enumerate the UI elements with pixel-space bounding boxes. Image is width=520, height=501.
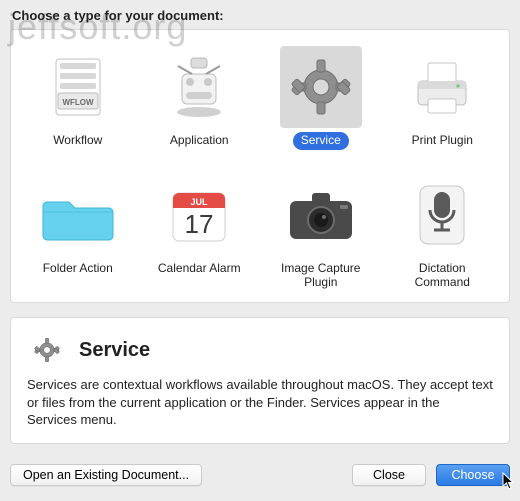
- type-image-capture[interactable]: Image Capture Plugin: [260, 168, 382, 296]
- type-dictation[interactable]: Dictation Command: [382, 168, 504, 296]
- type-image-capture-label: Image Capture Plugin: [266, 260, 376, 292]
- type-service-label: Service: [293, 132, 349, 150]
- type-calendar-alarm[interactable]: JUL 17 Calendar Alarm: [139, 168, 261, 296]
- close-button[interactable]: Close: [352, 464, 426, 486]
- type-print-plugin[interactable]: Print Plugin: [382, 40, 504, 168]
- folder-action-icon: [37, 174, 119, 256]
- type-service[interactable]: Service: [260, 40, 382, 168]
- choose-button[interactable]: Choose: [436, 464, 510, 486]
- image-capture-icon: [280, 174, 362, 256]
- type-dictation-label: Dictation Command: [387, 260, 497, 292]
- detail-title: Service: [79, 339, 150, 362]
- type-application-label: Application: [162, 132, 237, 150]
- svg-text:WFLOW: WFLOW: [62, 98, 94, 107]
- calendar-month: JUL: [191, 197, 209, 207]
- type-calendar-alarm-label: Calendar Alarm: [150, 260, 249, 278]
- detail-description: Services are contextual workflows availa…: [27, 376, 493, 429]
- type-workflow[interactable]: WFLOW Workflow: [17, 40, 139, 168]
- detail-panel: Service Services are contextual workflow…: [10, 317, 510, 444]
- document-type-grid: WFLOW Workflow Application: [10, 29, 510, 303]
- dictation-icon: [401, 174, 483, 256]
- calendar-alarm-icon: JUL 17: [158, 174, 240, 256]
- type-workflow-label: Workflow: [45, 132, 110, 150]
- choose-type-heading: Choose a type for your document:: [0, 0, 520, 29]
- type-folder-action[interactable]: Folder Action: [17, 168, 139, 296]
- detail-gear-icon: [27, 330, 67, 370]
- type-folder-action-label: Folder Action: [35, 260, 121, 278]
- application-icon: [158, 46, 240, 128]
- type-print-plugin-label: Print Plugin: [404, 132, 481, 150]
- open-existing-button[interactable]: Open an Existing Document...: [10, 464, 202, 486]
- bottom-bar: Open an Existing Document... Close Choos…: [0, 457, 520, 501]
- type-application[interactable]: Application: [139, 40, 261, 168]
- service-icon: [280, 46, 362, 128]
- workflow-icon: WFLOW: [37, 46, 119, 128]
- calendar-day: 17: [185, 209, 214, 239]
- print-plugin-icon: [401, 46, 483, 128]
